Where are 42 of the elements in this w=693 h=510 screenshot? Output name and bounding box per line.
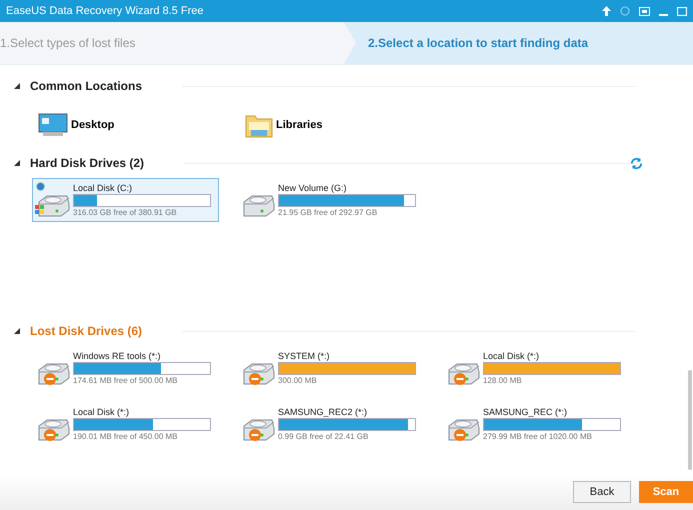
refresh-icon[interactable] — [630, 156, 643, 170]
drive-size: 128.00 MB — [483, 376, 523, 385]
drive-name: Local Disk (*:) — [73, 407, 130, 417]
drive-item[interactable]: Local Disk (C:) 316.03 GB free of 380.91 GB — [32, 178, 219, 222]
drive-name: SAMSUNG_REC2 (*:) — [278, 407, 368, 417]
collapse-icon[interactable] — [14, 328, 21, 334]
drive-item[interactable]: SYSTEM (*:) 300.00 MB — [237, 346, 424, 390]
collapse-icon[interactable] — [14, 160, 21, 166]
drive-name: New Volume (G:) — [278, 183, 348, 193]
drive-name: Local Disk (*:) — [483, 351, 540, 361]
section-title: Common Locations — [30, 79, 142, 93]
location-item[interactable]: Libraries — [245, 112, 452, 138]
drive-name: Windows RE tools (*:) — [73, 351, 162, 361]
drive-size: 174.61 MB free of 500.00 MB — [73, 376, 179, 385]
drive-size: 21.95 GB free of 292.97 GB — [278, 208, 378, 217]
drive-name: SAMSUNG_REC (*:) — [483, 407, 568, 417]
window-icon[interactable] — [639, 6, 650, 16]
drive-size: 300.00 MB — [278, 376, 318, 385]
drive-item[interactable]: Windows RE tools (*:) 174.61 MB free of 500.00 MB — [32, 346, 219, 390]
section-title: Lost Disk Drives (6) — [30, 324, 142, 338]
back-button[interactable]: Back — [573, 481, 631, 503]
drive-item[interactable]: SAMSUNG_REC2 (*:) 0.99 GB free of 22.41 GB — [237, 402, 424, 446]
drive-size: 279.99 MB free of 1020.00 MB — [483, 432, 593, 441]
maximize-icon[interactable] — [677, 6, 687, 16]
drive-item[interactable]: Local Disk (*:) 190.01 MB free of 450.00 MB — [32, 402, 219, 446]
location-item[interactable]: Desktop — [38, 112, 245, 136]
upload-icon[interactable] — [602, 6, 611, 16]
section-title: Hard Disk Drives (2) — [30, 156, 144, 170]
drive-name: SYSTEM (*:) — [278, 351, 331, 361]
desktop-icon — [38, 112, 68, 136]
drive-item[interactable]: New Volume (G:) 21.95 GB free of 292.97 GB — [237, 178, 424, 222]
drive-item[interactable]: SAMSUNG_REC (*:) 279.99 MB free of 1020.00 MB — [442, 402, 629, 446]
scrollbar[interactable] — [688, 370, 692, 470]
drive-size: 0.99 GB free of 22.41 GB — [278, 432, 370, 441]
drive-size: 190.01 MB free of 450.00 MB — [73, 432, 179, 441]
drive-item[interactable]: Local Disk (*:) 128.00 MB — [442, 346, 629, 390]
history-icon[interactable] — [620, 6, 630, 16]
collapse-icon[interactable] — [14, 82, 21, 90]
window-title: EaseUS Data Recovery Wizard 8.5 Free — [6, 5, 204, 17]
drive-name: Local Disk (C:) — [73, 183, 134, 193]
radio-icon — [36, 182, 45, 191]
drive-size: 316.03 GB free of 380.91 GB — [73, 208, 178, 217]
